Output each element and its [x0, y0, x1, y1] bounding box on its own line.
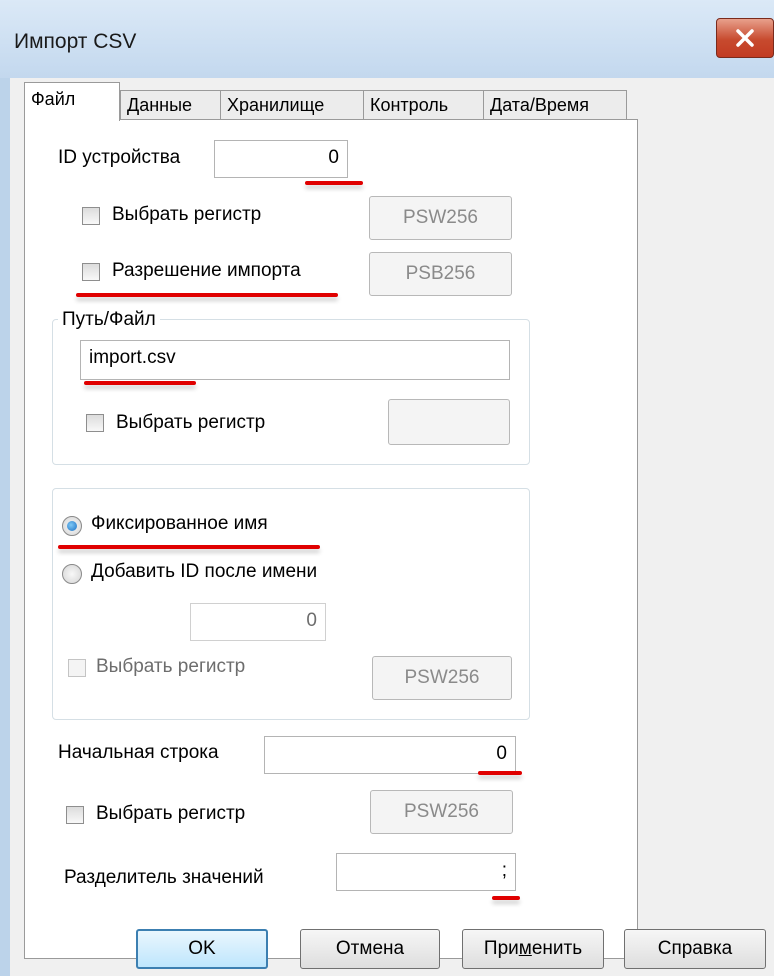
import-permission-address-button[interactable]: PSB256 — [369, 252, 512, 296]
name-register-address-button[interactable]: PSW256 — [372, 656, 512, 700]
path-select-register-label: Выбрать регистр — [116, 412, 266, 433]
window-title: Импорт CSV — [14, 30, 137, 53]
import-permission-label: Разрешение импорта — [112, 260, 301, 281]
fixed-name-radio[interactable] — [62, 516, 82, 536]
path-file-group-title: Путь/Файл — [58, 309, 160, 331]
add-id-after-name-label: Добавить ID после имени — [91, 561, 318, 582]
select-register-label: Выбрать регистр — [112, 204, 262, 225]
apply-label-mnemonic: м — [518, 938, 532, 959]
start-row-select-register-label: Выбрать регистр — [96, 803, 246, 824]
annotation-underline — [76, 293, 338, 297]
path-register-address-button[interactable] — [388, 399, 510, 445]
name-select-register-label: Выбрать регистр — [96, 656, 246, 677]
annotation-underline — [58, 545, 320, 549]
add-id-after-name-radio[interactable] — [62, 564, 82, 584]
tab-storage[interactable]: Хранилище — [220, 90, 364, 120]
file-path-input[interactable]: import.csv — [80, 340, 510, 380]
annotation-underline — [305, 181, 363, 185]
fixed-name-label: Фиксированное имя — [91, 513, 268, 534]
select-register-address-button[interactable]: PSW256 — [369, 196, 512, 240]
apply-button[interactable]: Применить — [462, 929, 604, 969]
close-button[interactable] — [716, 18, 774, 58]
import-permission-checkbox[interactable] — [82, 263, 100, 281]
name-select-register-checkbox[interactable] — [68, 659, 86, 677]
select-register-checkbox[interactable] — [82, 207, 100, 225]
tab-datetime-label: Дата/Время — [490, 95, 590, 115]
tab-data[interactable]: Данные — [120, 90, 221, 120]
tab-control-label: Контроль — [370, 95, 449, 115]
tab-file-label: Файл — [31, 89, 76, 109]
start-row-register-address-button[interactable]: PSW256 — [370, 790, 513, 834]
start-row-label: Начальная строка — [58, 742, 219, 763]
annotation-underline — [478, 771, 522, 775]
start-row-select-register-checkbox[interactable] — [66, 806, 84, 824]
separator-label: Разделитель значений — [64, 867, 264, 888]
help-button[interactable]: Справка — [624, 929, 766, 969]
title-bar[interactable]: Импорт CSV — [0, 0, 774, 78]
tab-control[interactable]: Контроль — [363, 90, 484, 120]
close-icon — [736, 29, 754, 47]
ok-button[interactable]: OK — [136, 929, 268, 969]
name-id-input[interactable]: 0 — [190, 603, 326, 641]
path-select-register-checkbox[interactable] — [86, 414, 104, 432]
annotation-underline — [84, 381, 196, 385]
device-id-input[interactable]: 0 — [214, 140, 348, 178]
tab-storage-label: Хранилище — [227, 95, 325, 115]
apply-label-end: енить — [531, 938, 583, 959]
device-id-label: ID устройства — [58, 147, 181, 168]
annotation-underline — [492, 896, 520, 900]
apply-label-start: При — [483, 938, 519, 959]
cancel-button[interactable]: Отмена — [300, 929, 440, 969]
tab-data-label: Данные — [127, 95, 193, 115]
tab-datetime[interactable]: Дата/Время — [483, 90, 627, 120]
separator-input[interactable]: ; — [336, 853, 516, 891]
tab-file[interactable]: Файл — [24, 82, 120, 121]
start-row-input[interactable]: 0 — [264, 736, 516, 774]
